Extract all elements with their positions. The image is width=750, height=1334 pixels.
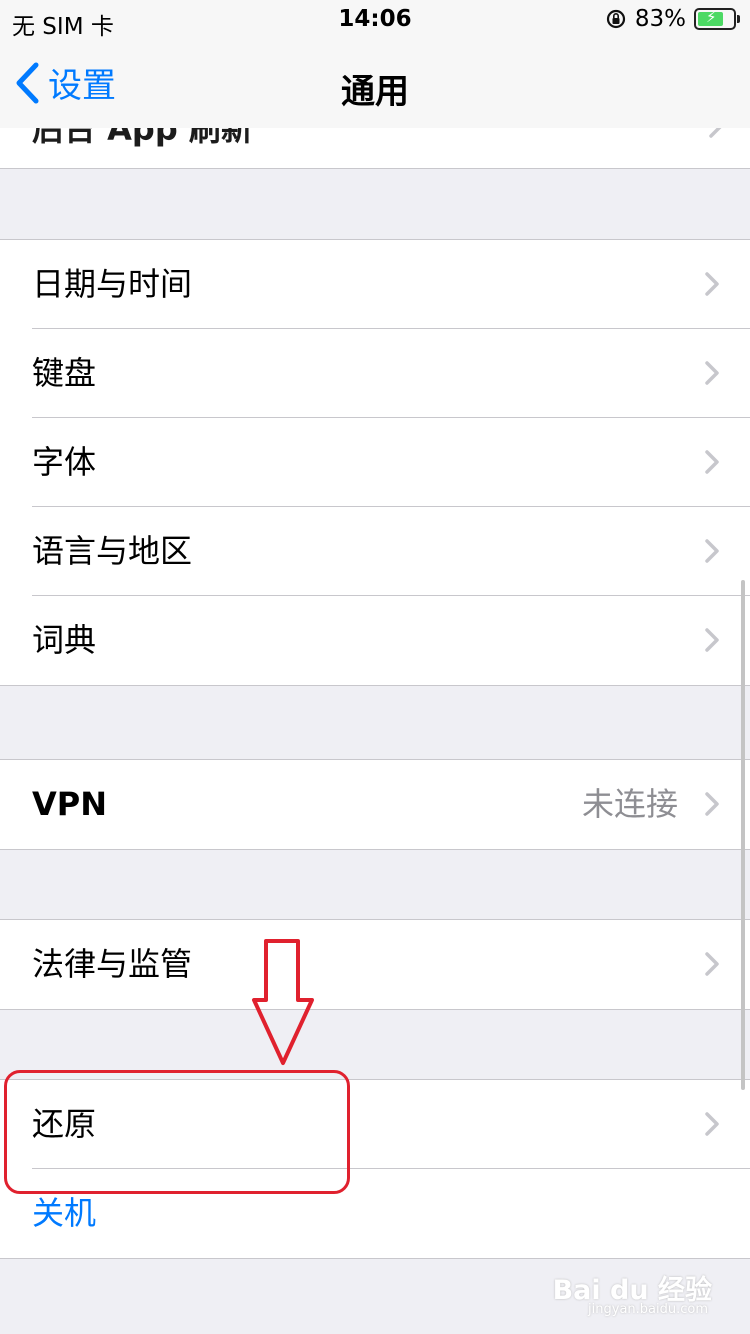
row-label: 语言与地区 bbox=[32, 532, 193, 570]
settings-group-legal: 法律与监管 bbox=[0, 919, 750, 1010]
row-label: 字体 bbox=[32, 443, 97, 481]
chevron-right-icon bbox=[705, 952, 719, 976]
page-title: 通用 bbox=[341, 72, 409, 112]
battery-tip bbox=[737, 15, 740, 23]
settings-group-vpn: VPN 未连接 bbox=[0, 759, 750, 850]
row-date-time[interactable]: 日期与时间 bbox=[0, 240, 750, 329]
settings-group-locale: 日期与时间 键盘 字体 语言与地区 词典 bbox=[0, 239, 750, 686]
status-bar: 无 SIM 卡 14:06 83% ⚡ bbox=[0, 0, 750, 40]
shut-down-label: 关机 bbox=[32, 1194, 97, 1232]
row-fonts[interactable]: 字体 bbox=[0, 417, 750, 507]
chevron-right-icon bbox=[705, 792, 719, 816]
watermark-url: jingyan.baidu.com bbox=[588, 1302, 708, 1317]
vpn-status: 未连接 bbox=[581, 785, 678, 823]
row-label: 日期与时间 bbox=[32, 265, 193, 303]
row-label: 法律与监管 bbox=[32, 945, 193, 983]
row-legal-regulatory[interactable]: 法律与监管 bbox=[0, 920, 750, 1009]
row-keyboard[interactable]: 键盘 bbox=[0, 328, 750, 418]
row-label: 还原 bbox=[32, 1105, 97, 1143]
row-label: 词典 bbox=[32, 621, 97, 659]
row-language-region[interactable]: 语言与地区 bbox=[0, 506, 750, 596]
background-app-refresh-row[interactable]: 后台 App 刷新 bbox=[0, 128, 750, 169]
settings-group-reset: 还原 关机 bbox=[0, 1079, 750, 1259]
chevron-right-icon bbox=[705, 450, 719, 474]
chevron-right-icon bbox=[705, 1112, 719, 1136]
status-right: 83% ⚡ bbox=[605, 6, 740, 32]
charging-icon: ⚡ bbox=[706, 8, 717, 26]
chevron-right-icon bbox=[709, 128, 722, 138]
navigation-bar: 设置 通用 bbox=[0, 40, 750, 129]
chevron-right-icon bbox=[705, 272, 719, 296]
scroll-indicator bbox=[741, 580, 745, 1090]
chevron-right-icon bbox=[705, 628, 719, 652]
chevron-right-icon bbox=[705, 539, 719, 563]
row-vpn[interactable]: VPN 未连接 bbox=[0, 760, 750, 849]
row-label: 键盘 bbox=[32, 354, 97, 392]
row-label: VPN bbox=[32, 785, 107, 823]
row-shut-down[interactable]: 关机 bbox=[0, 1168, 750, 1258]
row-label: 后台 App 刷新 bbox=[32, 128, 253, 148]
battery-percent: 83% bbox=[634, 6, 686, 32]
battery-icon: ⚡ bbox=[694, 8, 740, 30]
orientation-lock-icon bbox=[606, 9, 625, 29]
chevron-right-icon bbox=[705, 361, 719, 385]
row-reset[interactable]: 还原 bbox=[0, 1080, 750, 1169]
row-dictionary[interactable]: 词典 bbox=[0, 595, 750, 685]
